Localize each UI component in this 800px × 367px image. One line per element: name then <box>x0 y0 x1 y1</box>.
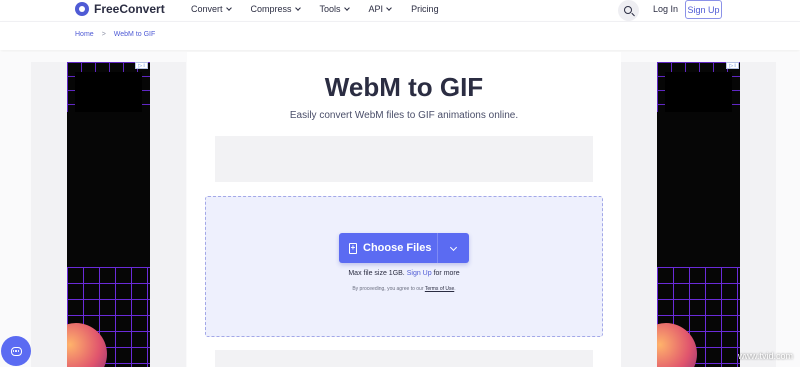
nav-tools-label: Tools <box>319 4 341 14</box>
chevron-down-icon <box>449 243 458 251</box>
ad-grid-graphic <box>657 62 740 112</box>
right-ad-creative[interactable] <box>657 62 740 367</box>
file-size-limit: Max file size 1GB. Sign Up for more <box>206 270 602 277</box>
logo-icon <box>75 2 89 16</box>
chat-button[interactable] <box>1 336 31 366</box>
nav-tools[interactable]: Tools <box>319 4 350 14</box>
watermark: www.tvid.com <box>738 351 794 361</box>
ad-choices-icon[interactable]: ▷ i <box>135 62 148 69</box>
nav-convert[interactable]: Convert <box>191 4 232 14</box>
signup-button[interactable]: Sign Up <box>685 0 722 19</box>
file-add-icon <box>349 242 357 254</box>
breadcrumb-current: WebM to GIF <box>113 31 156 38</box>
breadcrumb: Home > WebM to GIF <box>75 31 155 38</box>
chevron-down-icon <box>343 5 350 11</box>
chevron-down-icon <box>225 5 232 11</box>
terms-link[interactable]: Terms of Use <box>425 286 454 292</box>
converter-content: WebM to GIF Easily convert WebM files to… <box>187 52 621 367</box>
top-ad-slot <box>215 136 593 182</box>
breadcrumb-home[interactable]: Home <box>75 31 94 38</box>
ad-choices-icon[interactable]: ▷ i <box>726 62 739 69</box>
nav-api[interactable]: API <box>369 4 392 14</box>
logo-text: FreeConvert <box>94 2 165 16</box>
breadcrumb-separator: > <box>101 31 106 38</box>
max-size-suffix: for more <box>433 270 460 277</box>
chevron-down-icon <box>294 5 301 11</box>
bottom-ad-slot <box>215 350 593 367</box>
file-dropzone[interactable]: Choose Files Max file size 1GB. Sign Up … <box>205 196 603 337</box>
nav-compress[interactable]: Compress <box>250 4 301 14</box>
ad-grid-graphic <box>67 62 150 112</box>
nav-pricing-label: Pricing <box>411 4 439 14</box>
breadcrumb-bar: Home > WebM to GIF <box>0 21 800 50</box>
choose-files-main[interactable]: Choose Files <box>339 233 438 263</box>
left-ad-creative[interactable] <box>67 62 150 367</box>
login-link[interactable]: Log In <box>653 4 678 14</box>
nav-compress-label: Compress <box>250 4 292 14</box>
nav-api-label: API <box>368 4 384 14</box>
nav-convert-label: Convert <box>191 4 223 14</box>
choose-files-label: Choose Files <box>363 242 432 254</box>
search-icon <box>623 5 632 14</box>
nav-pricing[interactable]: Pricing <box>411 4 439 14</box>
terms-notice: By proceeding, you agree to our Terms of… <box>206 286 602 292</box>
terms-prefix: By proceeding, you agree to our <box>352 286 424 292</box>
top-header: FreeConvert Convert Compress Tools API P… <box>0 0 800 21</box>
page-title: WebM to GIF <box>324 72 484 102</box>
choose-files-dropdown[interactable] <box>438 233 469 263</box>
signup-link[interactable]: Sign Up <box>407 270 432 277</box>
page-subtitle: Easily convert WebM files to GIF animati… <box>289 110 519 121</box>
max-size-text: Max file size 1GB. <box>348 270 405 277</box>
chevron-down-icon <box>386 5 392 11</box>
search-button[interactable] <box>618 0 639 21</box>
choose-files-button[interactable]: Choose Files <box>339 233 469 263</box>
terms-suffix: . <box>454 286 456 292</box>
main-nav: Convert Compress Tools API Pricing <box>191 4 459 14</box>
freeconvert-logo[interactable]: FreeConvert <box>75 2 165 16</box>
chat-icon <box>10 346 22 356</box>
page: FreeConvert Convert Compress Tools API P… <box>0 0 800 367</box>
